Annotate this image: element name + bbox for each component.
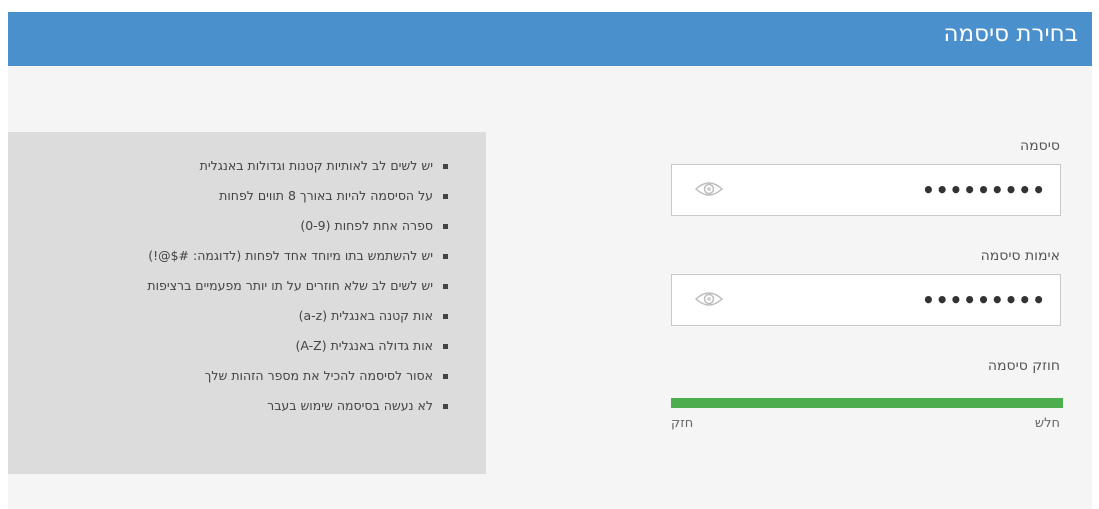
eye-icon[interactable] [694, 180, 724, 202]
strength-weak-label: חלש [1034, 416, 1060, 431]
list-item: אות גדולה באנגלית (A-Z) [0, 337, 448, 367]
rule-text: אסור לסיסמה להכיל את מספר הזהות שלך [204, 368, 433, 383]
password-panel: בחירת סיסמה סיסמה ••••••••• אימות סיסמה … [8, 12, 1092, 509]
rule-text: לא נעשה בסיסמה שימוש בעבר [267, 398, 433, 413]
list-item: יש לשים לב לאותיות קטנות וגדולות באנגלית [0, 157, 448, 187]
rule-text: על הסיסמה להיות באורך 8 תווים לפחות [219, 188, 433, 203]
list-item: אסור לסיסמה להכיל את מספר הזהות שלך [0, 367, 448, 397]
bullet-icon [443, 194, 448, 199]
list-item: לא נעשה בסיסמה שימוש בעבר [0, 397, 448, 427]
rule-text: אות קטנה באנגלית (a-z) [298, 308, 433, 323]
strength-label: חוזק סיסמה [987, 358, 1060, 374]
list-item: על הסיסמה להיות באורך 8 תווים לפחות [0, 187, 448, 217]
bullet-icon [443, 254, 448, 259]
strength-meter-bar [671, 398, 1063, 408]
password-rules-list: יש לשים לב לאותיות קטנות וגדולות באנגלית… [0, 157, 448, 427]
bullet-icon [443, 404, 448, 409]
list-item: אות קטנה באנגלית (a-z) [0, 307, 448, 337]
confirm-password-label: אימות סיסמה [980, 248, 1060, 264]
rule-text: יש לשים לב שלא חוזרים על תו יותר מפעמיים… [147, 278, 433, 293]
list-item: יש לשים לב שלא חוזרים על תו יותר מפעמיים… [0, 277, 448, 307]
page-title: בחירת סיסמה [943, 21, 1078, 47]
password-rules-box: יש לשים לב לאותיות קטנות וגדולות באנגלית… [8, 132, 486, 474]
password-value: ••••••••• [921, 178, 1046, 202]
confirm-password-input[interactable]: ••••••••• [671, 274, 1061, 326]
password-input[interactable]: ••••••••• [671, 164, 1061, 216]
bullet-icon [443, 224, 448, 229]
bullet-icon [443, 344, 448, 349]
bullet-icon [443, 164, 448, 169]
strength-strong-label: חזק [671, 416, 694, 431]
list-item: יש להשתמש בתו מיוחד אחד לפחות (לדוגמה: #… [0, 247, 448, 277]
eye-icon[interactable] [694, 290, 724, 312]
rule-text: יש לשים לב לאותיות קטנות וגדולות באנגלית [199, 158, 433, 173]
panel-header: בחירת סיסמה [8, 12, 1092, 66]
password-label: סיסמה [1020, 138, 1060, 154]
rule-text: ספרה אחת לפחות (0-9) [300, 218, 433, 233]
bullet-icon [443, 284, 448, 289]
rule-text: יש להשתמש בתו מיוחד אחד לפחות (לדוגמה: #… [148, 248, 433, 263]
confirm-password-value: ••••••••• [921, 288, 1046, 312]
bullet-icon [443, 374, 448, 379]
rule-text: אות גדולה באנגלית (A-Z) [295, 338, 433, 353]
bullet-icon [443, 314, 448, 319]
list-item: ספרה אחת לפחות (0-9) [0, 217, 448, 247]
